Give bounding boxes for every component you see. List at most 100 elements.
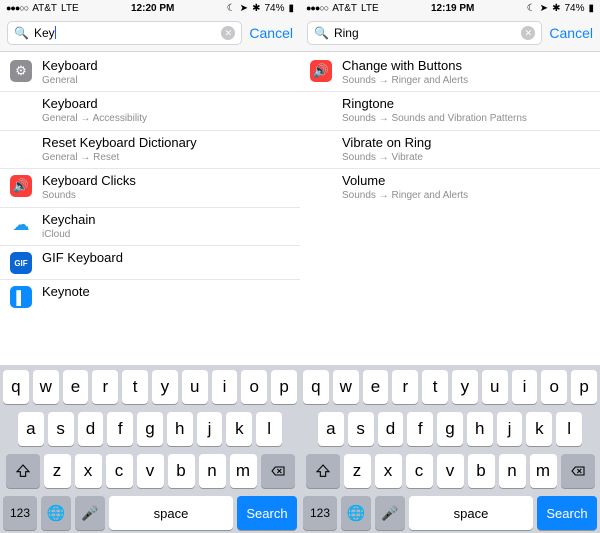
key-t[interactable]: t <box>422 370 448 404</box>
key-l[interactable]: l <box>256 412 282 446</box>
key-v[interactable]: v <box>437 454 464 488</box>
result-row[interactable]: KeyboardGeneral → Accessibility <box>0 92 300 130</box>
key-k[interactable]: k <box>526 412 552 446</box>
space-key[interactable]: space <box>109 496 233 530</box>
key-o[interactable]: o <box>241 370 267 404</box>
key-p[interactable]: p <box>571 370 597 404</box>
status-left: ●●●○○AT&TLTE <box>306 3 379 14</box>
result-row[interactable]: ⚙KeyboardGeneral <box>0 54 300 92</box>
key-v[interactable]: v <box>137 454 164 488</box>
key-a[interactable]: a <box>18 412 44 446</box>
key-j[interactable]: j <box>197 412 223 446</box>
result-title: Ringtone <box>342 97 590 112</box>
key-f[interactable]: f <box>407 412 433 446</box>
key-o[interactable]: o <box>541 370 567 404</box>
key-f[interactable]: f <box>107 412 133 446</box>
result-text: VolumeSounds → Ringer and Alerts <box>342 174 590 201</box>
search-input[interactable]: 🔍Ring✕ <box>307 21 542 45</box>
backspace-key[interactable] <box>261 454 295 488</box>
key-q[interactable]: q <box>3 370 29 404</box>
key-m[interactable]: m <box>530 454 557 488</box>
carrier-label: AT&T <box>332 3 357 14</box>
key-w[interactable]: w <box>33 370 59 404</box>
key-k[interactable]: k <box>226 412 252 446</box>
key-r[interactable]: r <box>92 370 118 404</box>
key-c[interactable]: c <box>406 454 433 488</box>
search-input[interactable]: 🔍Key✕ <box>7 21 242 45</box>
keynote-icon: ▌ <box>10 286 32 308</box>
numbers-key[interactable]: 123 <box>303 496 337 530</box>
globe-key[interactable]: 🌐 <box>41 496 71 530</box>
result-row[interactable]: VolumeSounds → Ringer and Alerts <box>300 169 600 206</box>
key-e[interactable]: e <box>363 370 389 404</box>
key-d[interactable]: d <box>78 412 104 446</box>
key-z[interactable]: z <box>44 454 71 488</box>
key-u[interactable]: u <box>482 370 508 404</box>
clear-button[interactable]: ✕ <box>521 26 535 40</box>
key-g[interactable]: g <box>137 412 163 446</box>
result-subtitle: Sounds <box>42 190 290 202</box>
key-g[interactable]: g <box>437 412 463 446</box>
key-b[interactable]: b <box>168 454 195 488</box>
key-n[interactable]: n <box>199 454 226 488</box>
key-i[interactable]: i <box>212 370 238 404</box>
key-x[interactable]: x <box>75 454 102 488</box>
space-key[interactable]: space <box>409 496 533 530</box>
key-y[interactable]: y <box>452 370 478 404</box>
key-e[interactable]: e <box>63 370 89 404</box>
result-row[interactable]: ▌ Keynote <box>0 280 300 313</box>
key-l[interactable]: l <box>556 412 582 446</box>
result-text: RingtoneSounds → Sounds and Vibration Pa… <box>342 97 590 124</box>
result-row[interactable]: Reset Keyboard DictionaryGeneral → Reset <box>0 131 300 169</box>
key-row-3: zxcvbnm <box>3 454 297 488</box>
key-y[interactable]: y <box>152 370 178 404</box>
key-r[interactable]: r <box>392 370 418 404</box>
key-z[interactable]: z <box>344 454 371 488</box>
key-b[interactable]: b <box>468 454 495 488</box>
status-left: ●●●○○AT&TLTE <box>6 3 79 14</box>
shift-key[interactable] <box>6 454 40 488</box>
sound-icon: 🔊 <box>310 60 332 82</box>
key-t[interactable]: t <box>122 370 148 404</box>
key-u[interactable]: u <box>182 370 208 404</box>
key-m[interactable]: m <box>230 454 257 488</box>
phone-screen-0: ●●●○○AT&TLTE12:20 PM☾➤✱74%▮🔍Key✕Cancel⚙K… <box>0 0 300 533</box>
key-p[interactable]: p <box>271 370 297 404</box>
key-x[interactable]: x <box>375 454 402 488</box>
key-q[interactable]: q <box>303 370 329 404</box>
result-row[interactable]: 🔊Keyboard ClicksSounds <box>0 169 300 207</box>
key-s[interactable]: s <box>48 412 74 446</box>
dictation-key[interactable]: 🎤 <box>75 496 105 530</box>
battery-percent: 74% <box>564 3 584 14</box>
backspace-key[interactable] <box>561 454 595 488</box>
shift-key[interactable] <box>306 454 340 488</box>
result-row[interactable]: ☁KeychainiCloud <box>0 208 300 246</box>
key-d[interactable]: d <box>378 412 404 446</box>
key-a[interactable]: a <box>318 412 344 446</box>
magnifier-icon: 🔍 <box>314 26 329 40</box>
result-row[interactable]: GIFGIF Keyboard <box>0 246 300 280</box>
key-c[interactable]: c <box>106 454 133 488</box>
cancel-button[interactable]: Cancel <box>249 25 293 41</box>
numbers-key[interactable]: 123 <box>3 496 37 530</box>
key-h[interactable]: h <box>467 412 493 446</box>
result-row[interactable]: 🔊Change with ButtonsSounds → Ringer and … <box>300 54 600 92</box>
result-text: Keynote <box>42 285 290 300</box>
search-key[interactable]: Search <box>237 496 297 530</box>
key-j[interactable]: j <box>497 412 523 446</box>
result-title: Keynote <box>42 285 290 300</box>
search-key[interactable]: Search <box>537 496 597 530</box>
dictation-key[interactable]: 🎤 <box>375 496 405 530</box>
result-row[interactable]: RingtoneSounds → Sounds and Vibration Pa… <box>300 92 600 130</box>
key-w[interactable]: w <box>333 370 359 404</box>
result-text: KeyboardGeneral <box>42 59 290 86</box>
result-row[interactable]: Vibrate on RingSounds → Vibrate <box>300 131 600 169</box>
key-h[interactable]: h <box>167 412 193 446</box>
globe-key[interactable]: 🌐 <box>341 496 371 530</box>
cancel-button[interactable]: Cancel <box>549 25 593 41</box>
key-n[interactable]: n <box>499 454 526 488</box>
clear-button[interactable]: ✕ <box>221 26 235 40</box>
key-s[interactable]: s <box>348 412 374 446</box>
key-row-2: asdfghjkl <box>303 412 597 446</box>
key-i[interactable]: i <box>512 370 538 404</box>
